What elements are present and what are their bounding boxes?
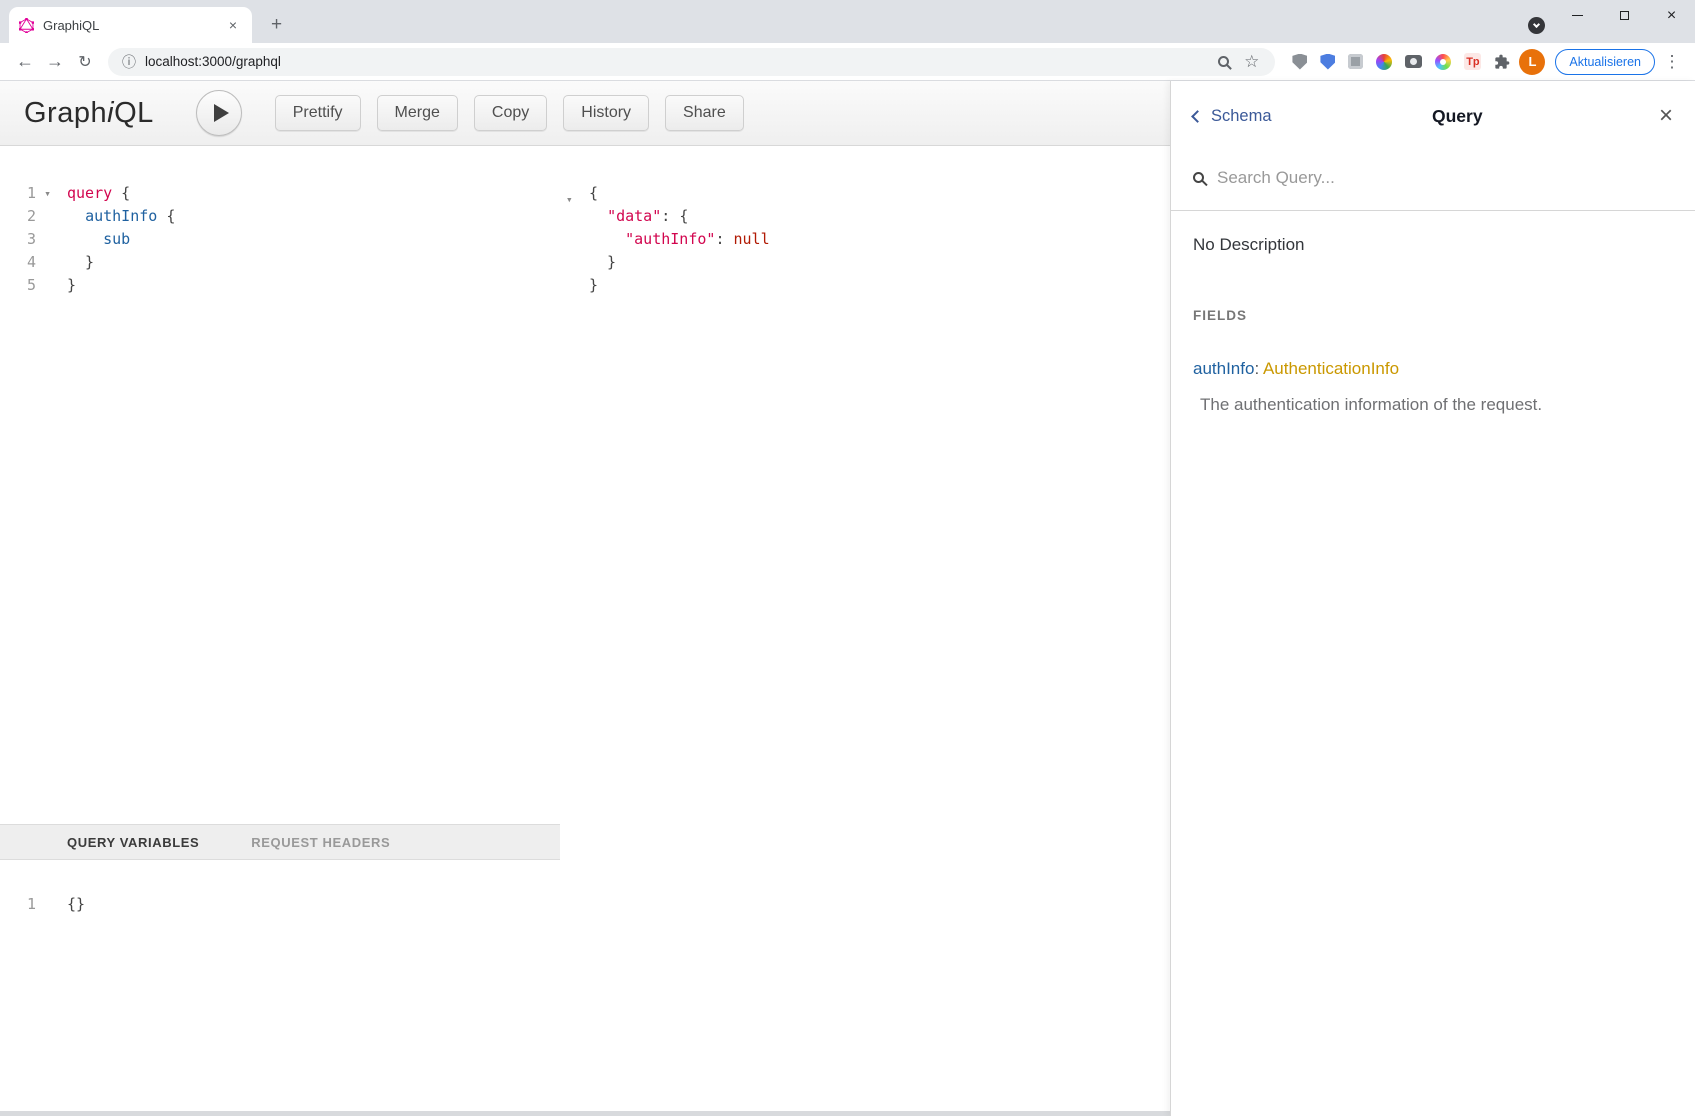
window-controls: × bbox=[1554, 0, 1695, 31]
forward-icon[interactable]: → bbox=[40, 51, 70, 72]
field-row: authInfo: AuthenticationInfo bbox=[1193, 359, 1673, 379]
tab-title: GraphiQL bbox=[43, 18, 215, 33]
graphiql-topbar: GraphiQL Prettify Merge Copy History Sha… bbox=[0, 81, 1170, 146]
code-line[interactable]: 1 {} bbox=[0, 893, 560, 916]
code-line: "data": { bbox=[560, 205, 1170, 228]
back-icon[interactable]: ← bbox=[10, 51, 40, 72]
aktualisieren-button[interactable]: Aktualisieren bbox=[1555, 49, 1655, 75]
query-editor[interactable]: 1 ▾ query { 2 authInfo { 3 sub 4 bbox=[0, 146, 560, 824]
chevron-left-icon bbox=[1191, 110, 1204, 123]
line-number: 1 bbox=[0, 893, 36, 916]
field-token: authInfo bbox=[85, 207, 157, 225]
browser-navbar: ← → ↻ ⓘ localhost:3000/graphql ☆ Tp L Ak… bbox=[0, 43, 1695, 81]
graphql-favicon bbox=[19, 18, 34, 33]
line-number: 3 bbox=[0, 228, 36, 251]
code-line: { bbox=[560, 182, 1170, 205]
line-number: 5 bbox=[0, 274, 36, 297]
result-viewer: ▾ { "data": { "authInfo": null } } bbox=[560, 146, 1170, 1111]
fields-heading: FIELDS bbox=[1193, 308, 1673, 323]
code-line: "authInfo": null bbox=[560, 228, 1170, 251]
tampermonkey-extension-icon[interactable]: Tp bbox=[1464, 53, 1481, 70]
execute-query-button[interactable] bbox=[196, 90, 242, 136]
adblock-extension-icon[interactable] bbox=[1292, 54, 1307, 70]
workspace: 1 ▾ query { 2 authInfo { 3 sub 4 bbox=[0, 146, 1170, 1116]
site-info-icon[interactable]: ⓘ bbox=[122, 52, 136, 72]
window-close-button[interactable]: × bbox=[1648, 0, 1695, 31]
variables-editor[interactable]: 1 {} bbox=[0, 860, 560, 1111]
doc-search-input[interactable] bbox=[1217, 168, 1673, 188]
doc-explorer-header: Schema Query × bbox=[1171, 81, 1695, 145]
address-bar[interactable]: ⓘ localhost:3000/graphql ☆ bbox=[108, 48, 1275, 76]
copy-button[interactable]: Copy bbox=[474, 95, 547, 131]
prettify-button[interactable]: Prettify bbox=[275, 95, 361, 131]
json-key-token: "authInfo" bbox=[625, 230, 715, 248]
extensions-puzzle-icon[interactable] bbox=[1494, 54, 1510, 70]
window-minimize-button[interactable] bbox=[1554, 0, 1601, 31]
share-button[interactable]: Share bbox=[665, 95, 744, 131]
doc-explorer-panel: Schema Query × No Description FIELDS aut… bbox=[1170, 81, 1695, 1116]
code-line[interactable]: 3 sub bbox=[0, 228, 560, 251]
browser-tab-strip: GraphiQL × + × bbox=[0, 0, 1695, 43]
doc-search-row bbox=[1171, 145, 1695, 211]
code-line[interactable]: 4 } bbox=[0, 251, 560, 274]
merge-button[interactable]: Merge bbox=[377, 95, 458, 131]
window-maximize-button[interactable] bbox=[1601, 0, 1648, 31]
doc-explorer-title: Query bbox=[1272, 106, 1651, 127]
field-description: The authentication information of the re… bbox=[1200, 395, 1673, 415]
reload-icon[interactable]: ↻ bbox=[70, 52, 100, 72]
new-tab-button[interactable]: + bbox=[263, 11, 290, 38]
zoom-icon[interactable] bbox=[1218, 56, 1229, 67]
field-type-link[interactable]: AuthenticationInfo bbox=[1263, 359, 1399, 378]
field-name-link[interactable]: authInfo bbox=[1193, 359, 1254, 378]
play-icon bbox=[214, 104, 229, 122]
tab-search-icon[interactable] bbox=[1528, 17, 1545, 34]
code-line: } bbox=[560, 251, 1170, 274]
graphiql-logo: GraphiQL bbox=[24, 97, 154, 130]
screenshot-extension-icon[interactable] bbox=[1405, 55, 1422, 68]
profile-avatar[interactable]: L bbox=[1519, 49, 1545, 75]
privacy-shield-extension-icon[interactable] bbox=[1320, 54, 1335, 70]
horizontal-scrollbar[interactable] bbox=[0, 1111, 1170, 1116]
extensions-row: Tp bbox=[1292, 53, 1510, 70]
tab-request-headers[interactable]: REQUEST HEADERS bbox=[251, 835, 390, 850]
code-line[interactable]: 1 ▾ query { bbox=[0, 182, 560, 205]
line-number: 2 bbox=[0, 205, 36, 228]
search-icon bbox=[1193, 172, 1204, 183]
browser-menu-icon[interactable]: ⋮ bbox=[1659, 52, 1685, 72]
url-text[interactable]: localhost:3000/graphql bbox=[145, 54, 1209, 69]
variables-header: QUERY VARIABLES REQUEST HEADERS bbox=[0, 824, 560, 860]
line-number: 4 bbox=[0, 251, 36, 274]
fold-arrow-icon[interactable]: ▾ bbox=[566, 188, 573, 211]
color-wheel-extension-icon[interactable] bbox=[1435, 54, 1451, 70]
colorful-extension-icon[interactable] bbox=[1376, 54, 1392, 70]
keyword-token: query bbox=[67, 184, 112, 202]
fold-arrow-icon[interactable]: ▾ bbox=[36, 182, 59, 205]
gray-extension-icon[interactable] bbox=[1348, 54, 1363, 69]
json-null-token: null bbox=[734, 230, 770, 248]
doc-back-link[interactable]: Schema bbox=[1193, 107, 1272, 126]
bookmark-star-icon[interactable]: ☆ bbox=[1244, 53, 1259, 70]
code-line[interactable]: 5 } bbox=[0, 274, 560, 297]
doc-close-icon[interactable]: × bbox=[1659, 104, 1673, 128]
no-description-text: No Description bbox=[1193, 235, 1673, 255]
tab-query-variables[interactable]: QUERY VARIABLES bbox=[67, 835, 199, 850]
line-number: 1 bbox=[0, 182, 36, 205]
graphiql-toolbar: Prettify Merge Copy History Share bbox=[275, 95, 744, 131]
history-button[interactable]: History bbox=[563, 95, 649, 131]
code-line[interactable]: 2 authInfo { bbox=[0, 205, 560, 228]
browser-tab[interactable]: GraphiQL × bbox=[9, 7, 252, 43]
code-line: } bbox=[560, 274, 1170, 297]
field-token: sub bbox=[103, 230, 130, 248]
tab-close-icon[interactable]: × bbox=[224, 16, 242, 34]
json-key-token: "data" bbox=[607, 207, 661, 225]
doc-content: No Description FIELDS authInfo: Authenti… bbox=[1171, 235, 1695, 415]
